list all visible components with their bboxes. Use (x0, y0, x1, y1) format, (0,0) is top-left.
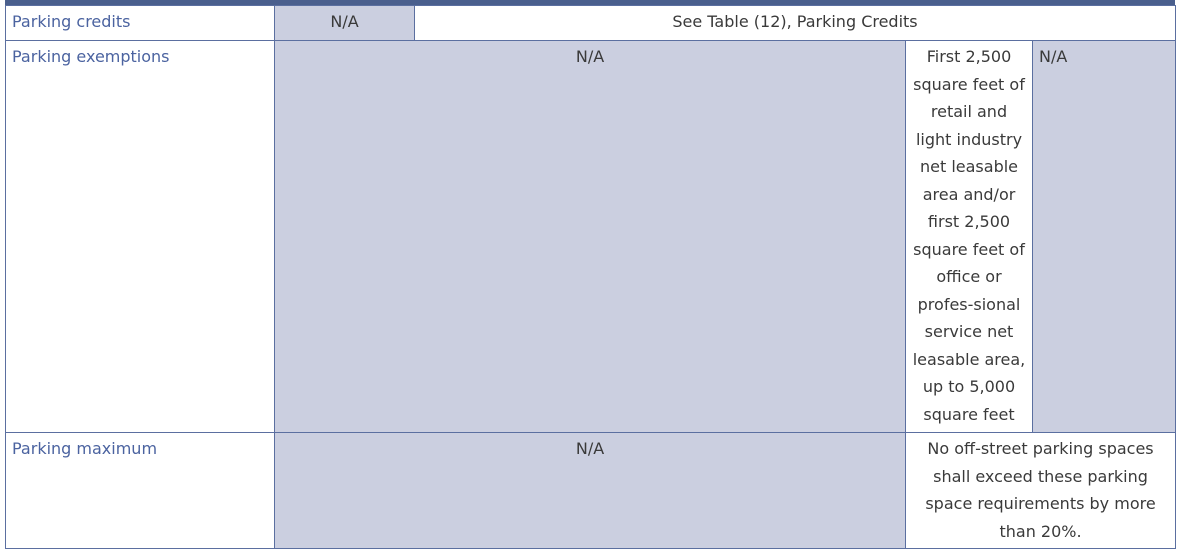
document-page: Parking credits N/A See Table (12), Park… (0, 0, 1180, 553)
parking-maximum-detail-cell: No off-street parking spaces shall excee… (904, 432, 1177, 549)
row-label-parking-credits: Parking credits (5, 5, 275, 41)
parking-maximum-na-cell: N/A (274, 432, 906, 549)
parking-exemptions-detail-cell: First 2,500 square feet of retail and li… (905, 40, 1033, 433)
table-row: Parking exemptions N/A First 2,500 squar… (5, 40, 1177, 433)
row-label-parking-maximum: Parking maximum (5, 432, 275, 549)
parking-exemptions-na-cell: N/A (274, 40, 906, 433)
parking-credits-reference-cell: See Table (12), Parking Credits (413, 5, 1177, 41)
parking-exemptions-na-right-cell: N/A (1031, 40, 1177, 433)
table-row: Parking credits N/A See Table (12), Park… (5, 5, 1177, 41)
parking-requirements-table: Parking credits N/A See Table (12), Park… (5, 5, 1177, 549)
table-row: Parking maximum N/A No off-street parkin… (5, 432, 1177, 549)
row-label-parking-exemptions: Parking exemptions (5, 40, 275, 433)
parking-credits-na-cell: N/A (274, 5, 415, 41)
